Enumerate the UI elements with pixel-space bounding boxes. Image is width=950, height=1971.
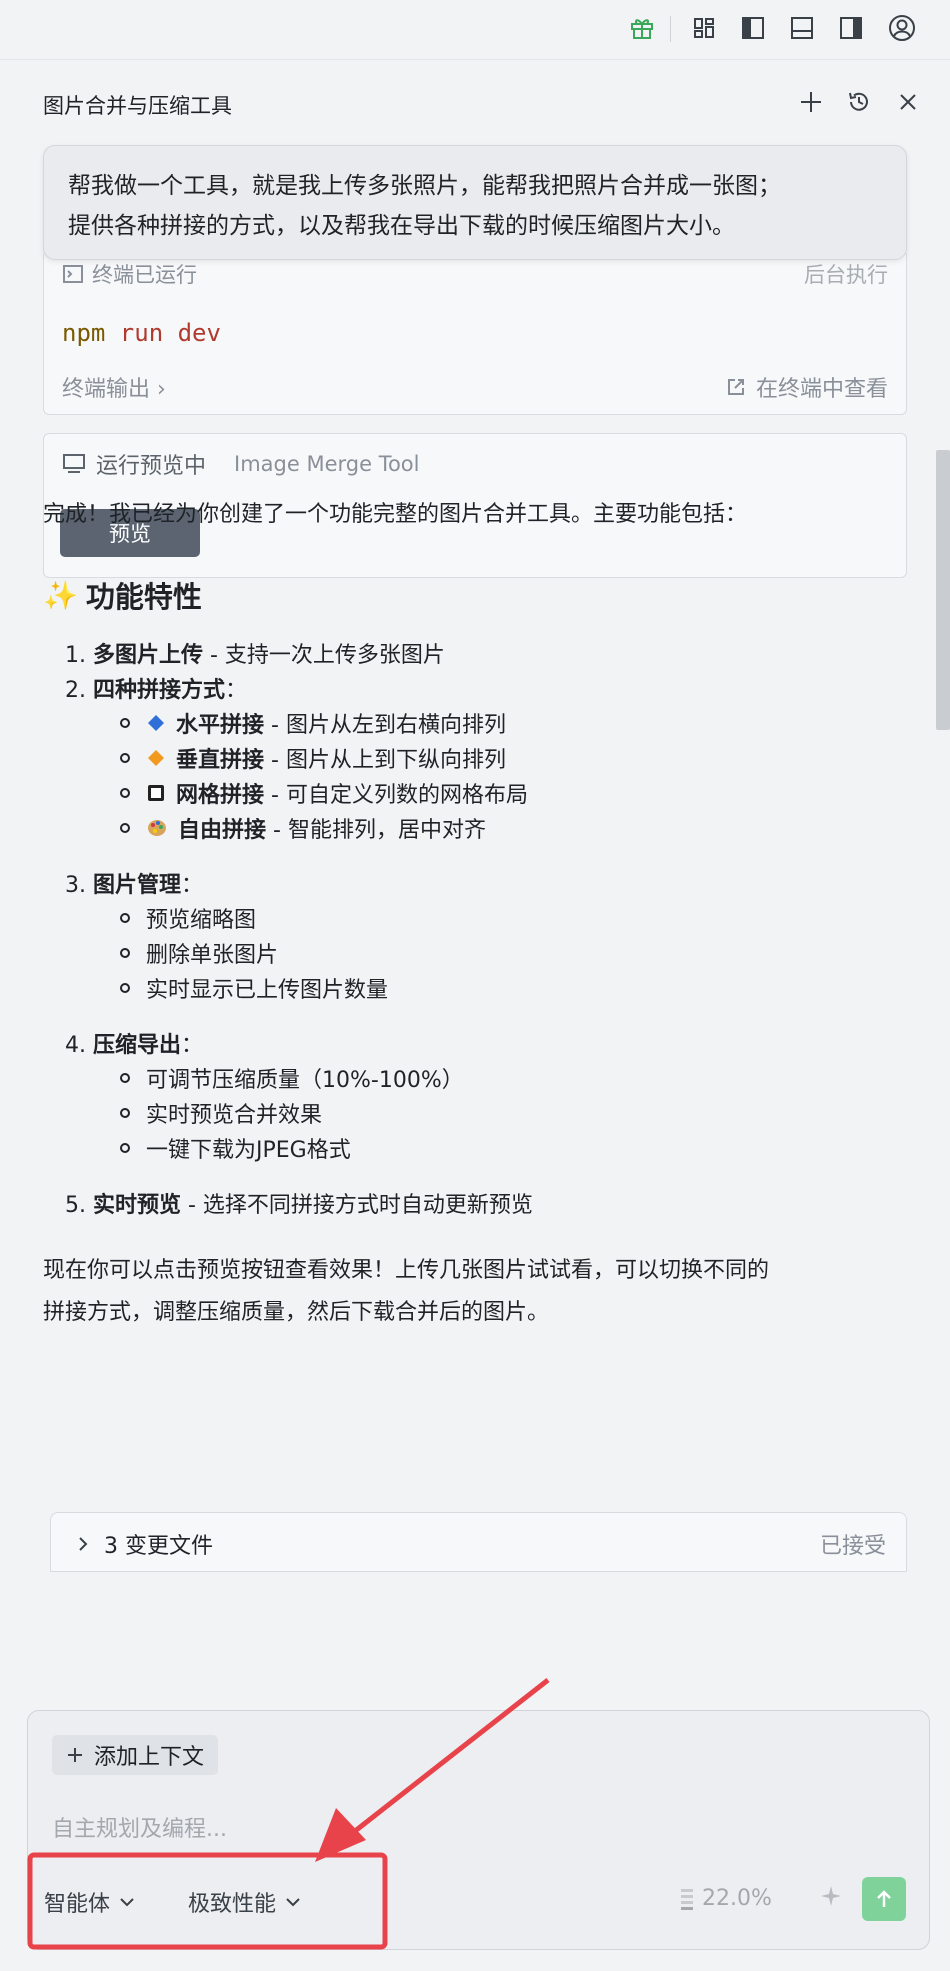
context-usage-value: 22.0%: [702, 1886, 772, 1911]
intro-text: 完成！我已经为你创建了一个功能完整的图片合并工具。主要功能包括：: [43, 502, 748, 527]
arrow-up-icon: [877, 1890, 891, 1907]
close-icon[interactable]: [892, 86, 924, 118]
layout-grid-icon[interactable]: [688, 12, 720, 44]
send-button[interactable]: [862, 1877, 906, 1921]
features-heading: ✨ 功能特性: [43, 574, 202, 616]
sparkles-icon: ✨: [43, 578, 78, 612]
changed-files-label: 3 变更文件: [76, 1528, 213, 1560]
toolbar-divider: [670, 16, 671, 42]
changed-files-status: 已接受: [819, 1534, 886, 1559]
scrollbar-thumb[interactable]: [936, 450, 950, 730]
features-heading-text: 功能特性: [85, 580, 202, 614]
bullet: [120, 913, 130, 923]
outro-text: 现在你可以点击预览按钮查看效果！上传几张图片试试看，可以切换不同的: [43, 1258, 770, 1283]
open-in-terminal-label: 在终端中查看: [755, 377, 888, 402]
list-item: 实时显示已上传图片数量: [120, 972, 388, 1004]
gift-icon[interactable]: [626, 12, 658, 44]
grid-square-icon: [148, 785, 164, 801]
chevron-down-icon: [120, 1898, 134, 1907]
blue-diamond-icon: [148, 715, 164, 731]
list-item: 实时预览合并效果: [120, 1097, 322, 1129]
add-context-label: 添加上下文: [94, 1745, 205, 1770]
usage-bars-icon: [681, 1888, 693, 1910]
preview-app-name: Image Merge Tool: [234, 452, 420, 476]
chevron-down-icon: [286, 1898, 300, 1907]
list-item: 2. 四种拼接方式：: [65, 678, 248, 703]
terminal-status: 后台执行: [804, 263, 888, 287]
terminal-command: npm run dev: [62, 319, 221, 347]
bullet: [120, 718, 130, 728]
agent-mode-dropdown[interactable]: 智能体: [44, 1886, 136, 1918]
list-item: 3. 图片管理：: [65, 873, 204, 898]
palette-icon: [148, 820, 166, 836]
orange-diamond-icon: [148, 750, 164, 766]
bullet: [120, 823, 130, 833]
external-link-icon: [727, 379, 744, 395]
preview-status: 运行预览中: [96, 454, 207, 479]
bullet: [120, 788, 130, 798]
list-item: 1. 多图片上传 - 支持一次上传多张图片: [65, 643, 445, 668]
outro-text: 拼接方式，调整压缩质量，然后下载合并后的图片。: [43, 1300, 550, 1325]
performance-mode-label: 极致性能: [188, 1892, 277, 1917]
panel-bottom-icon[interactable]: [786, 12, 818, 44]
chat-input-box[interactable]: 添加上下文 自主规划及编程... 智能体 极致性能 22.0%: [27, 1710, 930, 1950]
list-item: 垂直拼接 - 图片从上到下纵向排列: [120, 742, 506, 774]
bullet: [120, 948, 130, 958]
list-item: 4. 压缩导出：: [65, 1033, 204, 1058]
bullet: [120, 753, 130, 763]
list-item: 网格拼接 - 可自定义列数的网格布局: [120, 777, 528, 809]
terminal-header: 终端已运行: [62, 259, 197, 289]
panel-right-icon[interactable]: [835, 12, 867, 44]
chevron-right-icon: [79, 1537, 88, 1551]
terminal-icon: [63, 265, 83, 283]
user-message-line: 帮我做一个工具，就是我上传多张照片，能帮我把照片合并成一张图；: [68, 173, 781, 199]
cmd-npm: npm: [62, 319, 106, 347]
chat-input-placeholder[interactable]: 自主规划及编程...: [52, 1811, 227, 1843]
performance-mode-dropdown[interactable]: 极致性能: [188, 1886, 302, 1918]
panel-left-icon[interactable]: [737, 12, 769, 44]
list-item: 水平拼接 - 图片从左到右横向排列: [120, 707, 506, 739]
chat-panel-header: 图片合并与压缩工具: [0, 60, 950, 150]
list-item: 预览缩略图: [120, 902, 256, 934]
chat-scroll-area[interactable]: 终端已运行 后台执行 npm run dev 终端输出 › 在终端中查看 帮我做…: [0, 140, 935, 1700]
user-message-line: 提供各种拼接的方式，以及帮我在导出下载的时候压缩图片大小。: [68, 213, 735, 239]
top-toolbar: [0, 0, 950, 60]
bullet: [120, 1143, 130, 1153]
changed-files-bar[interactable]: 3 变更文件 已接受: [50, 1512, 907, 1572]
user-icon[interactable]: [886, 12, 918, 44]
list-item: 自由拼接 - 智能排列，居中对齐: [120, 812, 486, 844]
user-message-bubble: 帮我做一个工具，就是我上传多张照片，能帮我把照片合并成一张图； 提供各种拼接的方…: [43, 145, 907, 260]
history-icon[interactable]: [843, 86, 875, 118]
bullet: [120, 1108, 130, 1118]
open-in-terminal-link[interactable]: 在终端中查看: [726, 371, 888, 403]
terminal-card: 终端已运行 后台执行 npm run dev 终端输出 › 在终端中查看: [43, 250, 907, 415]
list-item: 一键下载为JPEG格式: [120, 1132, 351, 1164]
panel-title: 图片合并与压缩工具: [43, 94, 232, 118]
list-item: 5. 实时预览 - 选择不同拼接方式时自动更新预览: [65, 1193, 533, 1218]
add-context-button[interactable]: 添加上下文: [52, 1735, 219, 1775]
list-item: 删除单张图片: [120, 937, 278, 969]
preview-header: 运行预览中 Image Merge Tool: [62, 448, 419, 480]
agent-mode-label: 智能体: [44, 1892, 111, 1917]
terminal-output-link[interactable]: 终端输出 ›: [62, 371, 166, 403]
bullet: [120, 983, 130, 993]
plus-icon: [68, 1748, 82, 1762]
list-item: 可调节压缩质量（10%-100%）: [120, 1062, 464, 1094]
bullet: [120, 1073, 130, 1083]
cmd-rest: run dev: [105, 319, 221, 347]
monitor-icon: [63, 454, 85, 473]
terminal-header-label: 终端已运行: [92, 263, 197, 287]
sparkle-icon[interactable]: [818, 1883, 844, 1913]
plus-icon[interactable]: [795, 86, 827, 118]
context-usage: 22.0%: [680, 1886, 772, 1911]
